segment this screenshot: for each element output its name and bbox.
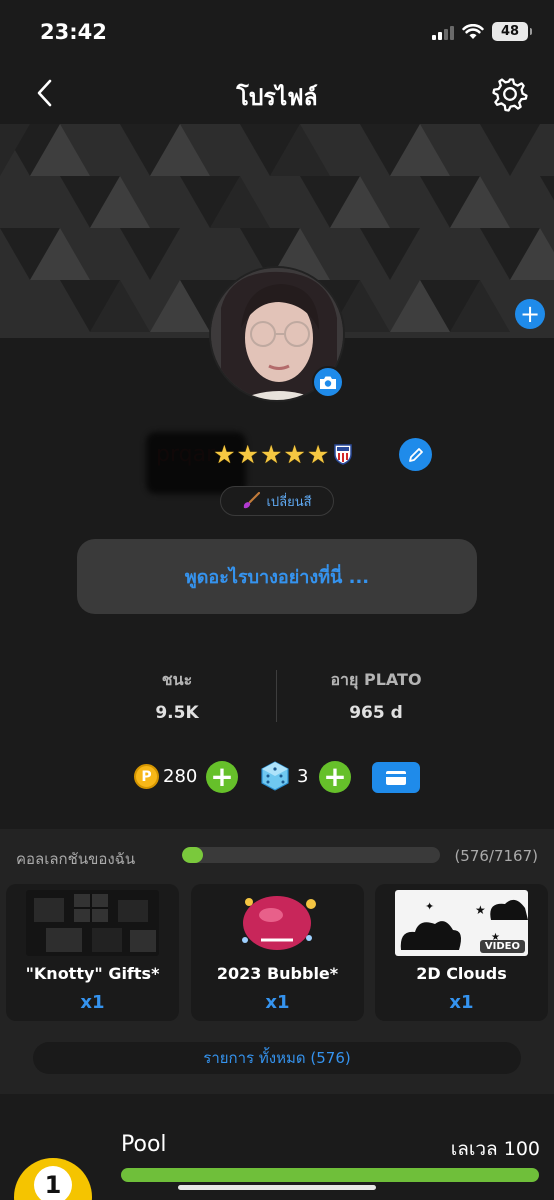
collection-item-name: "Knotty" Gifts* [25,964,160,983]
collection-progress-fill [182,847,203,863]
gear-icon[interactable] [492,76,528,112]
svg-text:★: ★ [475,903,486,917]
wins-stat: ชนะ 9.5K [77,668,277,723]
view-all-collection-button[interactable]: รายการ ทั้งหมด (576) [33,1042,521,1074]
pool-ball-icon: 1 [14,1158,92,1200]
wins-value: 9.5K [155,703,199,723]
collection-section: คอลเลกชันของฉัน (576/7167) "Knotty" Gift… [0,829,554,1094]
wifi-icon [462,23,484,39]
status-message-input[interactable]: พูดอะไรบางอย่างที่นี่ ... [77,539,477,614]
name-row: prqar ★ ★ ★ ★ ★ [146,424,353,494]
battery-icon: 48 [492,22,532,41]
signal-icon [432,24,454,40]
game-progress-bar [121,1168,539,1182]
wallet-button[interactable] [372,762,420,793]
buy-coins-button[interactable]: + [206,761,238,793]
status-time: 23:42 [40,20,107,44]
svg-text:✦: ✦ [425,900,434,913]
collection-progress-bar [182,847,440,863]
star-icon: ★ [213,439,236,469]
collection-item-qty: x1 [449,992,474,1013]
game-name: Pool [121,1132,167,1157]
collection-item-name: 2D Clouds [416,964,507,983]
username: prqar [146,431,246,494]
status-icons: 48 [432,22,532,41]
currency-row: P 280 + 3 + [0,759,554,795]
collection-item-qty: x1 [265,992,290,1013]
paintbrush-icon [244,492,261,509]
plus-icon: + [519,300,541,328]
dice-balance: 3 [297,766,309,787]
wins-label: ชนะ [161,670,193,689]
collection-item-qty: x1 [80,992,105,1013]
change-photo-button[interactable] [312,366,344,398]
shield-badge-icon [334,444,352,465]
collection-count: (576/7167) [454,847,538,865]
collection-item-image [211,890,344,956]
home-indicator[interactable] [178,1185,376,1190]
star-icon: ★ [283,439,306,469]
collection-card[interactable]: ★ ✦ ★ VIDEO 2D Clouds x1 [375,884,548,1021]
stats-panel: ชนะ 9.5K อายุ PLATO 965 d [0,668,554,728]
star-icon: ★ [259,439,283,469]
nav-bar: โปรไฟล์ [0,64,554,124]
status-bar: 23:42 48 [0,0,554,64]
collection-title: คอลเลกชันของฉัน [16,850,136,868]
coin-icon: P [134,764,159,789]
pencil-icon [408,447,423,462]
ball-number: 1 [34,1166,72,1200]
star-rating: ★ ★ ★ ★ ★ [213,442,329,467]
change-color-label: เปลี่ยนสี [266,494,312,510]
camera-icon [320,376,336,389]
age-label: อายุ PLATO [330,670,422,689]
age-value: 965 d [349,703,403,723]
status-placeholder: พูดอะไรบางอย่างที่นี่ ... [184,567,370,588]
plus-icon: + [323,760,347,793]
collection-card[interactable]: 2023 Bubble* x1 [191,884,364,1021]
star-icon: ★ [236,439,259,469]
video-tag: VIDEO [479,940,525,953]
collection-item-image: ★ ✦ ★ VIDEO [395,890,528,956]
buy-dice-button[interactable]: + [319,761,351,793]
wallet-icon [386,770,406,785]
add-banner-button[interactable]: + [515,299,545,329]
dice-icon [261,761,289,791]
collection-card[interactable]: "Knotty" Gifts* x1 [6,884,179,1021]
age-stat: อายุ PLATO 965 d [276,668,476,723]
collection-item-image [26,890,159,956]
page-title: โปรไฟล์ [236,85,318,111]
edit-name-button[interactable] [399,438,432,471]
coin-balance: 280 [163,766,198,787]
change-color-button[interactable]: เปลี่ยนสี [220,486,334,516]
collection-item-name: 2023 Bubble* [216,964,339,983]
plus-icon: + [210,760,234,793]
game-level: เลเวล 100 [450,1138,540,1160]
star-icon: ★ [306,439,330,469]
